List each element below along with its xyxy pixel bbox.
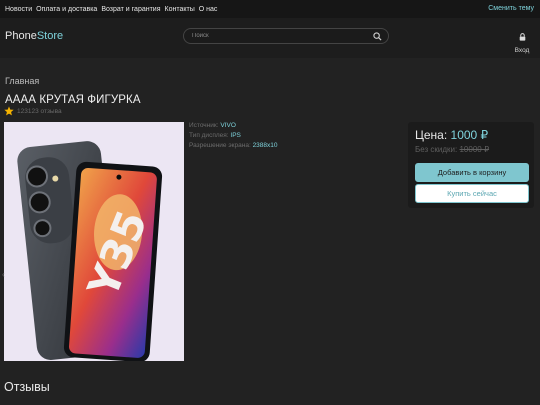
spec-key: Источник:: [189, 122, 219, 129]
search-button[interactable]: [366, 29, 388, 43]
spec-row-source: Источник: VIVO: [189, 121, 278, 131]
spec-value: IPS: [230, 132, 241, 139]
logo-text-phone: Phone: [5, 30, 37, 42]
nav-link-about[interactable]: О нас: [199, 6, 218, 13]
top-nav: Новости Оплата и доставка Возрат и гаран…: [0, 6, 217, 13]
old-price-value: 10000 ₽: [459, 145, 490, 154]
reviews-heading: Отзывы: [4, 380, 50, 394]
change-theme-link[interactable]: Сменить тему: [488, 5, 534, 12]
breadcrumb-home[interactable]: Главная: [5, 76, 39, 86]
logo-text-store: Store: [36, 30, 64, 42]
search-input[interactable]: [192, 31, 362, 41]
spec-key: Разрешение экрана:: [189, 142, 251, 149]
nav-link-news[interactable]: Новости: [5, 6, 32, 13]
product-rating: 123123 отзыва: [4, 106, 62, 116]
spec-row-resolution: Разрешение экрана: 2388x10: [189, 141, 278, 151]
old-price-label: Без скидки:: [415, 145, 458, 154]
spec-value: 2388x10: [252, 142, 278, 149]
nav-link-contacts[interactable]: Контакты: [165, 6, 195, 13]
star-icon: [4, 106, 14, 116]
top-bar: Новости Оплата и доставка Возрат и гаран…: [0, 0, 540, 18]
add-to-cart-button[interactable]: Добавить в корзину: [415, 163, 529, 182]
product-title: АААА КРУТАЯ ФИГУРКА: [5, 94, 141, 106]
carousel-prev-arrow[interactable]: ‹: [2, 270, 5, 279]
price: Цена: 1000 ₽: [415, 128, 488, 142]
product-image: Y35: [4, 122, 184, 361]
buy-now-button[interactable]: Купить сейчас: [415, 184, 529, 203]
spec-value: VIVO: [220, 122, 236, 129]
price-label: Цена:: [415, 128, 448, 142]
site-header: PhoneStore Вход: [0, 18, 540, 58]
login-label: Вход: [514, 47, 530, 54]
site-logo[interactable]: PhoneStore: [5, 30, 63, 42]
spec-key: Тип дисплея:: [189, 132, 229, 139]
product-specs: Источник: VIVO Тип дисплея: IPS Разрешен…: [189, 121, 278, 151]
search-bar: [183, 28, 389, 44]
search-icon: [372, 31, 382, 41]
nav-link-payment-delivery[interactable]: Оплата и доставка: [36, 6, 97, 13]
reviews-count[interactable]: 123123 отзыва: [17, 108, 62, 115]
price-value: 1000 ₽: [450, 128, 489, 142]
purchase-box: Цена: 1000 ₽ Без скидки: 10000 ₽ Добавит…: [408, 122, 534, 208]
lock-icon: [519, 33, 525, 41]
old-price: Без скидки: 10000 ₽: [415, 145, 489, 154]
spec-row-display-type: Тип дисплея: IPS: [189, 131, 278, 141]
login-button[interactable]: Вход: [508, 28, 536, 54]
nav-link-returns-warranty[interactable]: Возрат и гарантия: [101, 6, 160, 13]
